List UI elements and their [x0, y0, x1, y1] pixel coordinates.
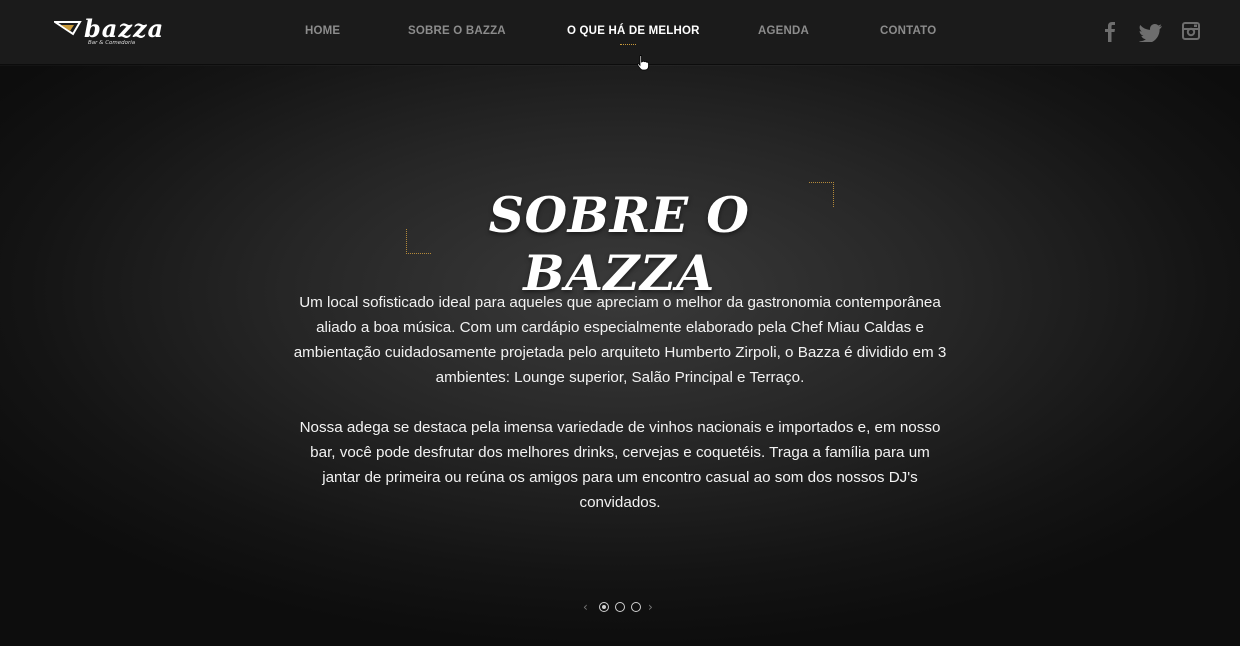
page-title: SOBRE O BAZZA: [488, 186, 750, 302]
chevron-left-icon[interactable]: ‹: [583, 600, 588, 614]
nav-contato[interactable]: CONTATO: [880, 25, 936, 37]
nav-home[interactable]: HOME: [305, 25, 340, 37]
about-paragraph-1: Um local sofisticado ideal para aqueles …: [293, 294, 947, 386]
active-nav-indicator: [620, 44, 636, 45]
hand-cursor-icon: [637, 55, 649, 71]
about-paragraph-2: Nossa adega se destaca pela imensa varie…: [299, 419, 941, 511]
chevron-right-icon[interactable]: ›: [648, 600, 653, 614]
pager-dot-1[interactable]: [599, 602, 609, 612]
pager-dot-3[interactable]: [631, 602, 641, 612]
twitter-icon[interactable]: [1139, 24, 1163, 42]
facebook-icon[interactable]: [1104, 22, 1116, 42]
nav-o-que-ha-de-melhor[interactable]: O QUE HÁ DE MELHOR: [567, 25, 700, 37]
main-nav: HOME SOBRE O BAZZA O QUE HÁ DE MELHOR AG…: [0, 0, 1240, 64]
instagram-icon[interactable]: [1182, 22, 1200, 40]
section-title-block: SOBRE O BAZZA: [404, 180, 834, 302]
slider-pager: ‹ ›: [580, 598, 660, 616]
pager-dot-2[interactable]: [615, 602, 625, 612]
top-navbar: bazza Bar & Comedoria HOME SOBRE O BAZZA…: [0, 0, 1240, 65]
nav-agenda[interactable]: AGENDA: [758, 25, 809, 37]
nav-sobre[interactable]: SOBRE O BAZZA: [408, 25, 506, 37]
